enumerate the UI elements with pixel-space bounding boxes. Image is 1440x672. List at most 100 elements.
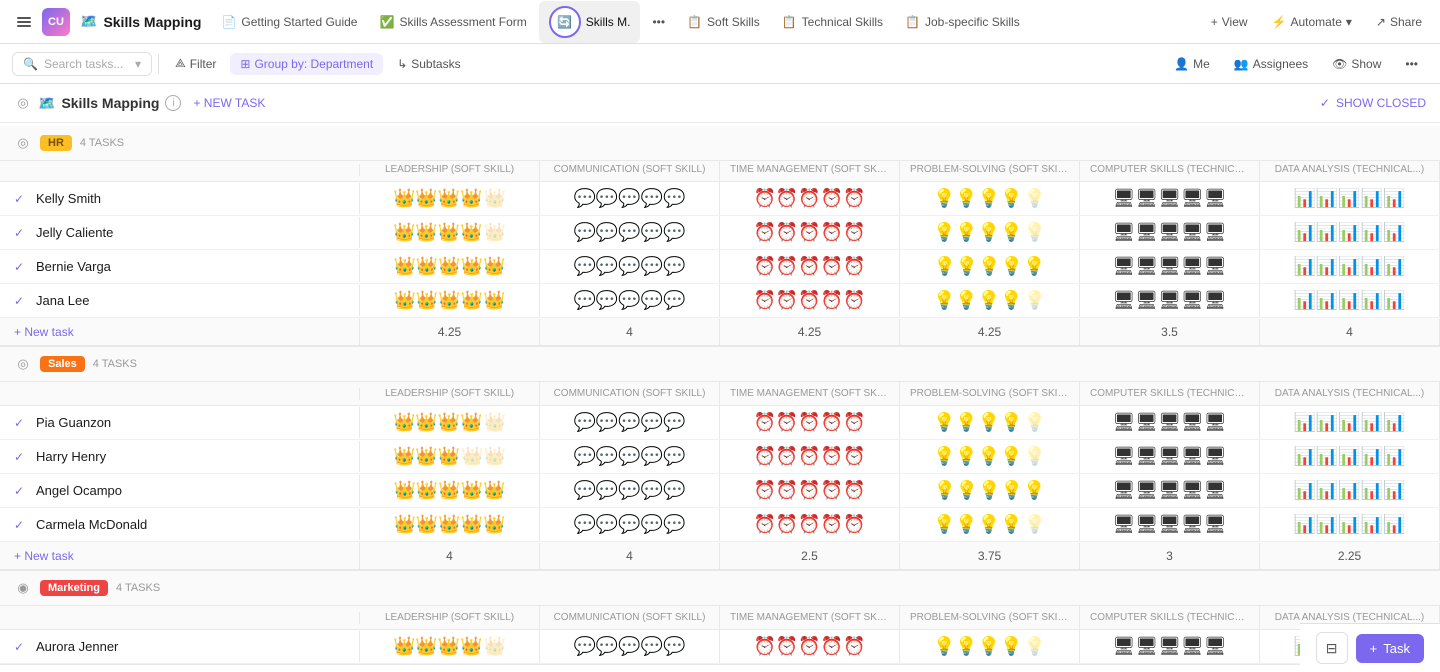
col-problem-solving-marketing: PROBLEM-SOLVING (SOFT SKIL...) xyxy=(900,606,1080,629)
skill-communication: 💬💬💬💬💬 xyxy=(540,474,720,507)
search-input[interactable]: 🔍 Search tasks... ▾ xyxy=(12,52,152,76)
header-left: ◎ 🗺️ Skills Mapping i + NEW TASK xyxy=(14,94,1312,112)
add-task-button[interactable]: + Task xyxy=(1356,634,1424,663)
sales-summary-problem: 3.75 xyxy=(900,543,1080,569)
skill-problem: 💡💡💡💡💡 xyxy=(900,440,1080,473)
sales-summary-communication: 4 xyxy=(540,543,720,569)
table-row[interactable]: ✓ Jelly Caliente 👑👑👑👑👑 💬💬💬💬💬 ⏰⏰⏰⏰⏰ 💡💡💡💡💡… xyxy=(0,216,1440,250)
subtasks-button[interactable]: ↳ Subtasks xyxy=(387,53,470,75)
page-header-row: ◎ 🗺️ Skills Mapping i + NEW TASK ✓ SHOW … xyxy=(0,84,1440,123)
assignees-button[interactable]: 👥 Assignees xyxy=(1224,53,1318,75)
col-computer-skills: COMPUTER SKILLS (TECHNICA...) xyxy=(1080,158,1260,181)
check-icon: ✓ xyxy=(14,450,28,464)
col-leadership-sales: LEADERSHIP (SOFT SKILL) xyxy=(360,382,540,405)
skill-communication: 💬💬💬💬💬 xyxy=(540,182,720,215)
group-sales: ◎ Sales 4 TASKS LEADERSHIP (SOFT SKILL) … xyxy=(0,347,1440,571)
col-time-management: TIME MANAGEMENT (SOFT SKILL) xyxy=(720,158,900,181)
sales-collapse-btn[interactable]: ◎ xyxy=(14,355,32,373)
sidebar-toggle[interactable] xyxy=(8,6,40,38)
new-task-link[interactable]: + New task xyxy=(14,325,74,339)
tab-skills-m[interactable]: 🔄 Skills M. xyxy=(539,1,641,43)
skill-communication: 💬💬💬💬💬 xyxy=(540,630,720,663)
skill-leadership: 👑👑👑👑👑 xyxy=(360,284,540,317)
col-header-name-marketing xyxy=(0,612,360,624)
task-name-cell: ✓ Harry Henry xyxy=(0,441,360,472)
collapse-button[interactable]: ◎ xyxy=(14,94,32,112)
new-task-link-sales[interactable]: + New task xyxy=(14,549,74,563)
new-task-button[interactable]: + NEW TASK xyxy=(187,94,271,112)
col-data-analysis-sales: DATA ANALYSIS (TECHNICAL...) xyxy=(1260,382,1440,405)
tab-more[interactable]: ••• xyxy=(642,10,675,34)
table-row[interactable]: ✓ Pia Guanzon 👑👑👑👑👑 💬💬💬💬💬 ⏰⏰⏰⏰⏰ 💡💡💡💡💡 🖥🖥… xyxy=(0,406,1440,440)
active-tab-indicator: 🔄 xyxy=(549,6,581,38)
skill-data: 📊📊📊📊📊 xyxy=(1260,250,1440,283)
table-row[interactable]: ✓ Bernie Varga 👑👑👑👑👑 💬💬💬💬💬 ⏰⏰⏰⏰⏰ 💡💡💡💡💡 🖥… xyxy=(0,250,1440,284)
check-icon: ✓ xyxy=(14,226,28,240)
group-by-button[interactable]: ⊞ Group by: Department xyxy=(230,53,383,75)
task-name: Pia Guanzon xyxy=(36,415,111,430)
col-computer-skills-sales: COMPUTER SKILLS (TECHNICA...) xyxy=(1080,382,1260,405)
skill-computer: 🖥🖥🖥🖥🖥 xyxy=(1080,284,1260,317)
check-icon: ✓ xyxy=(14,260,28,274)
table-row[interactable]: ✓ Harry Henry 👑👑👑👑👑 💬💬💬💬💬 ⏰⏰⏰⏰⏰ 💡💡💡💡💡 🖥🖥… xyxy=(0,440,1440,474)
marketing-collapse-btn[interactable]: ◉ xyxy=(14,579,32,597)
task-name-cell: ✓ Jana Lee xyxy=(0,285,360,316)
skill-problem: 💡💡💡💡💡 xyxy=(900,406,1080,439)
check-icon: ✓ xyxy=(14,484,28,498)
skill-computer: 🖥🖥🖥🖥🖥 xyxy=(1080,508,1260,541)
tab-skills-assessment[interactable]: ✅ Skills Assessment Form xyxy=(369,10,536,34)
col-communication-sales: COMMUNICATION (SOFT SKILL) xyxy=(540,382,720,405)
nav-tabs: 📄 Getting Started Guide ✅ Skills Assessm… xyxy=(211,1,1198,43)
table-row[interactable]: ✓ Angel Ocampo 👑👑👑👑👑 💬💬💬💬💬 ⏰⏰⏰⏰⏰ 💡💡💡💡💡 🖥… xyxy=(0,474,1440,508)
col-problem-solving-sales: PROBLEM-SOLVING (SOFT SKIL...) xyxy=(900,382,1080,405)
skill-leadership: 👑👑👑👑👑 xyxy=(360,630,540,663)
me-icon: 👤 xyxy=(1174,57,1189,71)
new-task-sales: + New task xyxy=(0,542,360,569)
table-row[interactable]: ✓ Aurora Jenner 👑👑👑👑👑 💬💬💬💬💬 ⏰⏰⏰⏰⏰ 💡💡💡💡💡 … xyxy=(0,630,1440,664)
show-button[interactable]: 👁 Show xyxy=(1322,53,1391,75)
table-row[interactable]: ✓ Carmela McDonald 👑👑👑👑👑 💬💬💬💬💬 ⏰⏰⏰⏰⏰ 💡💡💡… xyxy=(0,508,1440,542)
toolbar-right: 👤 Me 👥 Assignees 👁 Show ••• xyxy=(1164,53,1428,75)
skill-computer: 🖥🖥🖥🖥🖥 xyxy=(1080,440,1260,473)
skill-time: ⏰⏰⏰⏰⏰ xyxy=(720,250,900,283)
tab-job-specific[interactable]: 📋 Job-specific Skills xyxy=(895,10,1030,34)
skill-leadership: 👑👑👑👑👑 xyxy=(360,440,540,473)
skill-data: 📊📊📊📊📊 xyxy=(1260,406,1440,439)
hr-collapse-btn[interactable]: ◎ xyxy=(14,134,32,152)
group-icon: ⊞ xyxy=(240,57,250,71)
sales-tag: Sales xyxy=(40,356,85,372)
show-closed-button[interactable]: SHOW CLOSED xyxy=(1336,96,1426,110)
task-name: Harry Henry xyxy=(36,449,106,464)
show-icon: 👁 xyxy=(1332,57,1347,71)
hr-tag: HR xyxy=(40,135,72,151)
tab-getting-started[interactable]: 📄 Getting Started Guide xyxy=(211,10,367,34)
col-time-management-sales: TIME MANAGEMENT (SOFT SKILL) xyxy=(720,382,900,405)
automate-button[interactable]: ⚡ Automate ▾ xyxy=(1262,10,1362,34)
more-options-button[interactable]: ••• xyxy=(1395,53,1428,75)
skill-time: ⏰⏰⏰⏰⏰ xyxy=(720,406,900,439)
me-button[interactable]: 👤 Me xyxy=(1164,53,1220,75)
filter-icon: ⟁ xyxy=(175,56,186,71)
view-button[interactable]: + View xyxy=(1201,10,1258,34)
col-data-analysis: DATA ANALYSIS (TECHNICAL...) xyxy=(1260,158,1440,181)
filter-button[interactable]: ⟁ Filter xyxy=(165,52,226,75)
task-name: Carmela McDonald xyxy=(36,517,147,532)
group-header-sales: ◎ Sales 4 TASKS xyxy=(0,347,1440,382)
sales-col-headers: LEADERSHIP (SOFT SKILL) COMMUNICATION (S… xyxy=(0,382,1440,406)
info-icon[interactable]: i xyxy=(165,95,181,111)
table-view-icon[interactable]: ⊟ xyxy=(1316,632,1348,664)
col-computer-skills-marketing: COMPUTER SKILLS (TECHNICA...) xyxy=(1080,606,1260,629)
skill-problem: 💡💡💡💡💡 xyxy=(900,250,1080,283)
skill-problem: 💡💡💡💡💡 xyxy=(900,182,1080,215)
skill-communication: 💬💬💬💬💬 xyxy=(540,216,720,249)
share-button[interactable]: ↗ Share xyxy=(1366,10,1432,34)
skill-data: 📊📊📊📊📊 xyxy=(1260,182,1440,215)
tab-technical-skills[interactable]: 📋 Technical Skills xyxy=(772,10,893,34)
table-row[interactable]: ✓ Kelly Smith 👑👑👑👑👑 💬💬💬💬💬 ⏰⏰⏰⏰⏰ 💡💡💡💡💡 🖥🖥… xyxy=(0,182,1440,216)
tab-soft-skills[interactable]: 📋 Soft Skills xyxy=(677,10,770,34)
app-title: 🗺️ Skills Mapping xyxy=(72,13,209,30)
col-header-name-sales xyxy=(0,388,360,400)
sales-summary-data: 2.25 xyxy=(1260,543,1440,569)
nav-right-actions: + View ⚡ Automate ▾ ↗ Share xyxy=(1201,10,1432,34)
table-row[interactable]: ✓ Jana Lee 👑👑👑👑👑 💬💬💬💬💬 ⏰⏰⏰⏰⏰ 💡💡💡💡💡 🖥🖥🖥🖥🖥… xyxy=(0,284,1440,318)
